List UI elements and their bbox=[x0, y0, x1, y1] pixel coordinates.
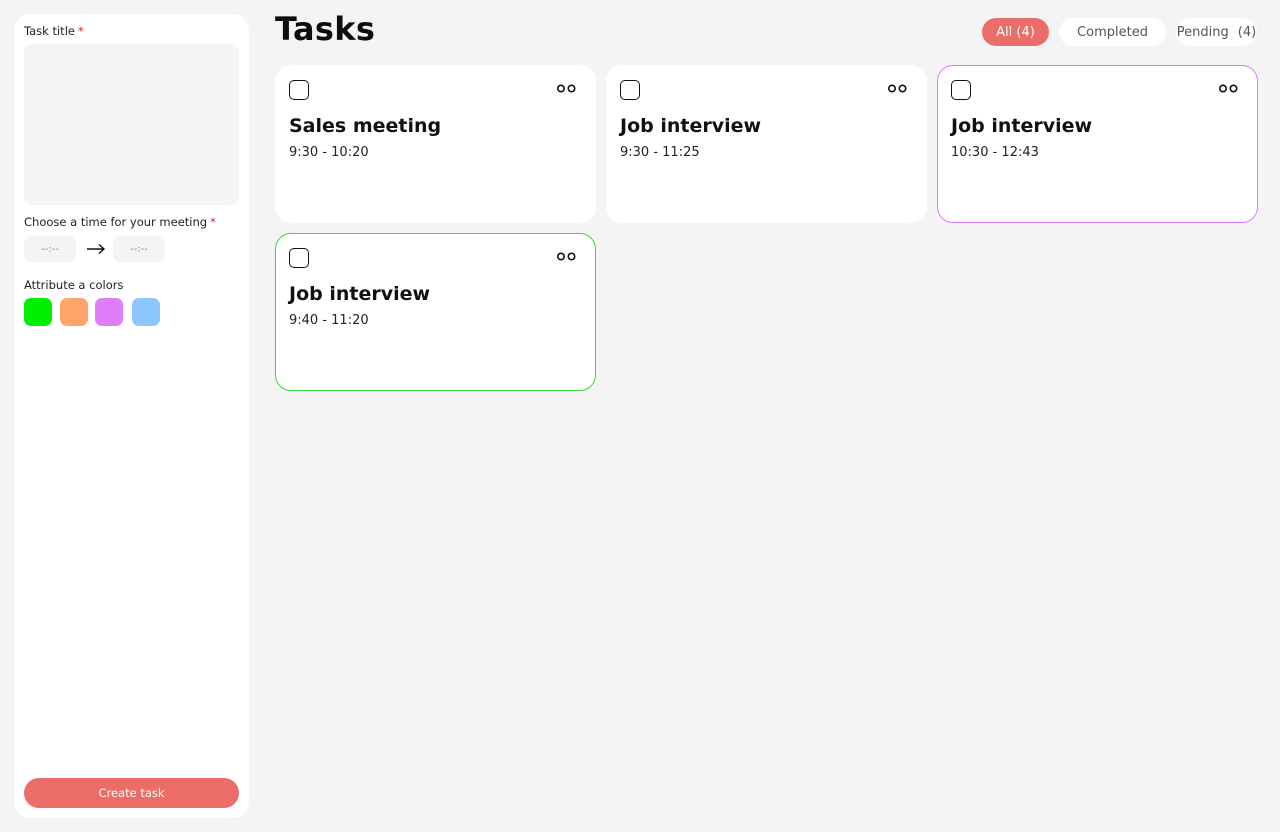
task-title: Job interview bbox=[951, 115, 1093, 137]
filter-pending-button[interactable]: Pending (4) bbox=[1176, 18, 1257, 46]
filter-completed-button[interactable]: Completed bbox=[1059, 18, 1166, 46]
filter-pending-count: (4) bbox=[1237, 24, 1257, 40]
color-swatch-blue[interactable] bbox=[132, 298, 160, 326]
task-title: Job interview bbox=[289, 283, 431, 305]
filter-pending-label: Pending bbox=[1176, 24, 1229, 40]
task-checkbox[interactable] bbox=[289, 248, 309, 268]
start-time-placeholder: --:-- bbox=[41, 243, 59, 255]
end-time-placeholder: --:-- bbox=[130, 243, 148, 255]
task-checkbox[interactable] bbox=[620, 80, 640, 100]
end-time-input[interactable]: --:-- bbox=[113, 236, 165, 262]
task-time: 9:40 - 11:20 bbox=[289, 313, 369, 328]
color-swatch-orange[interactable] bbox=[60, 298, 88, 326]
more-options-icon[interactable] bbox=[888, 84, 907, 93]
task-title: Sales meeting bbox=[289, 115, 442, 137]
colors-label: Attribute a colors bbox=[24, 278, 124, 292]
task-card[interactable]: Job interview 9:40 - 11:20 bbox=[275, 233, 596, 391]
task-card[interactable]: Job interview 9:30 - 11:25 bbox=[606, 65, 927, 223]
page-title: Tasks bbox=[275, 10, 376, 48]
more-options-icon[interactable] bbox=[557, 252, 576, 261]
task-checkbox[interactable] bbox=[289, 80, 309, 100]
filter-all-button[interactable]: All (4) bbox=[982, 18, 1049, 46]
required-mark: * bbox=[210, 215, 216, 229]
task-title-label: Task title * bbox=[24, 24, 84, 38]
required-mark: * bbox=[77, 24, 84, 38]
create-task-button[interactable]: Create task bbox=[24, 778, 239, 808]
task-card[interactable]: Sales meeting 9:30 - 10:20 bbox=[275, 65, 596, 223]
color-swatch-purple[interactable] bbox=[95, 298, 123, 326]
task-time: 9:30 - 11:25 bbox=[620, 145, 700, 160]
arrow-right-icon bbox=[87, 243, 106, 255]
create-task-panel: Task title * Choose a time for your meeti… bbox=[14, 14, 249, 818]
color-swatch-green[interactable] bbox=[24, 298, 52, 326]
task-title: Job interview bbox=[620, 115, 762, 137]
task-card[interactable]: Job interview 10:30 - 12:43 bbox=[937, 65, 1258, 223]
task-time: 10:30 - 12:43 bbox=[951, 145, 1039, 160]
time-label: Choose a time for your meeting * bbox=[24, 215, 216, 229]
task-checkbox[interactable] bbox=[951, 80, 971, 100]
task-title-input[interactable] bbox=[24, 44, 239, 205]
start-time-input[interactable]: --:-- bbox=[24, 236, 76, 262]
more-options-icon[interactable] bbox=[557, 84, 576, 93]
more-options-icon[interactable] bbox=[1219, 84, 1238, 93]
task-time: 9:30 - 10:20 bbox=[289, 145, 369, 160]
